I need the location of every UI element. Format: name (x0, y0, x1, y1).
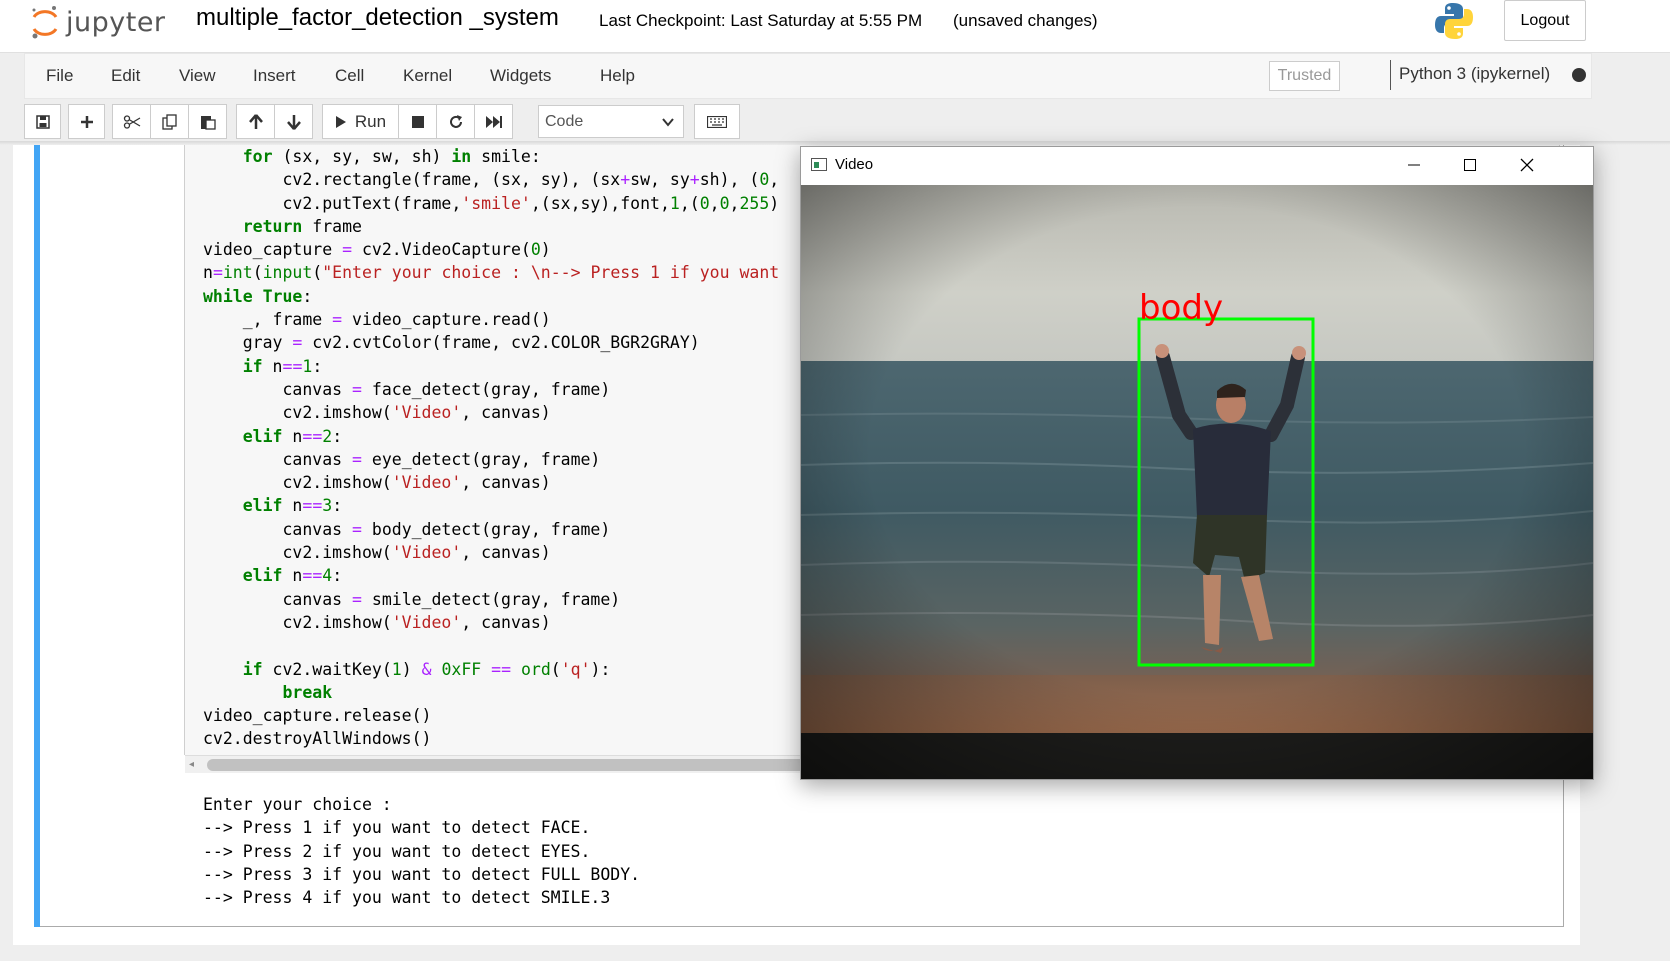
minimize-icon (1408, 164, 1420, 166)
restart-button[interactable] (436, 104, 475, 139)
maximize-button[interactable] (1450, 151, 1490, 179)
video-scene: body (801, 185, 1593, 779)
code-line: video_capture.release() (203, 706, 432, 726)
menu-widgets[interactable]: Widgets (490, 66, 551, 86)
code-line: return frame (242, 216, 362, 236)
output-line: --> Press 3 if you want to detect FULL B… (203, 864, 641, 884)
code-line: n=int(input("Enter your choice : \n--> P… (203, 263, 780, 283)
jupyter-logo[interactable]: jupyter (30, 2, 166, 42)
close-icon (1520, 158, 1534, 172)
menu-insert[interactable]: Insert (253, 66, 296, 86)
notebook-title[interactable]: multiple_factor_detection _system (196, 4, 559, 32)
run-button[interactable]: Run (322, 104, 399, 139)
restart-run-all-button[interactable] (474, 104, 513, 139)
code-line: canvas = face_detect(gray, frame) (203, 379, 611, 399)
copy-icon (161, 113, 177, 130)
code-line: canvas = body_detect(gray, frame) (203, 519, 611, 539)
chevron-down-icon (662, 118, 674, 127)
move-up-button[interactable] (236, 104, 275, 139)
interrupt-button[interactable] (398, 104, 437, 139)
code-line: elif n==2: (242, 426, 343, 446)
video-window[interactable]: Video (800, 146, 1594, 780)
output-line: --> Press 2 if you want to detect EYES. (203, 841, 591, 861)
run-label: Run (354, 111, 387, 131)
save-icon (35, 114, 50, 129)
jupyter-notebook-page: jupyter multiple_factor_detection _syste… (0, 0, 1670, 961)
code-line: canvas = eye_detect(gray, frame) (203, 449, 601, 469)
python-logo-icon (1435, 3, 1473, 39)
move-down-button[interactable] (274, 104, 313, 139)
menu-file[interactable]: File (46, 66, 73, 86)
copy-button[interactable] (150, 104, 189, 139)
kernel-name[interactable]: Python 3 (ipykernel) (1399, 64, 1550, 84)
code-line: break (282, 682, 333, 702)
menu-bar: File Edit View Insert Cell Kernel Widget… (24, 53, 1592, 99)
stop-icon (411, 115, 424, 128)
code-line: while True: (203, 286, 313, 306)
output-line: --> Press 1 if you want to detect FACE. (203, 818, 591, 838)
cell-type-value: Code (545, 112, 584, 130)
kernel-separator (1390, 60, 1391, 90)
code-line: video_capture = cv2.VideoCapture(0) (203, 240, 551, 260)
code-line: canvas = smile_detect(gray, frame) (203, 589, 621, 609)
window-app-icon (811, 158, 827, 171)
menu-kernel[interactable]: Kernel (403, 66, 452, 86)
toolbar: Run Code (24, 104, 1584, 140)
code-line: cv2.putText(frame,'smile',(sx,sy),font,1… (203, 193, 780, 213)
code-line: cv2.rectangle(frame, (sx, sy), (sx+sw, s… (203, 170, 780, 190)
unsaved-indicator: (unsaved changes) (953, 11, 1098, 30)
cell-type-select[interactable]: Code (538, 105, 684, 138)
paste-icon (200, 115, 216, 130)
cut-button[interactable] (112, 104, 151, 139)
code-editor[interactable]: for (sx, sy, sw, sh) in smile: cv2.recta… (203, 145, 779, 751)
arrow-down-icon (286, 114, 301, 130)
code-line: elif n==3: (242, 496, 343, 516)
menu-view[interactable]: View (179, 66, 216, 86)
header-bar: jupyter multiple_factor_detection _syste… (0, 0, 1670, 53)
minimize-button[interactable] (1394, 151, 1434, 179)
save-button[interactable] (24, 104, 61, 139)
code-line: cv2.destroyAllWindows() (203, 729, 432, 749)
code-line: cv2.imshow('Video', canvas) (203, 543, 551, 563)
code-line: cv2.imshow('Video', canvas) (203, 612, 551, 632)
menu-edit[interactable]: Edit (111, 66, 140, 86)
plus-icon (80, 115, 93, 128)
command-palette-button[interactable] (694, 104, 740, 139)
close-button[interactable] (1507, 151, 1547, 179)
menu-help[interactable]: Help (600, 66, 635, 86)
logo-text: jupyter (66, 6, 166, 38)
arrow-up-icon (248, 113, 263, 129)
checkpoint-status: Last Checkpoint: Last Saturday at 5:55 P… (599, 11, 923, 30)
restart-icon (449, 114, 462, 128)
logout-button[interactable]: Logout (1504, 0, 1586, 41)
output-line: --> Press 4 if you want to detect SMILE.… (203, 888, 611, 908)
video-frame: body (801, 185, 1593, 779)
cell-output: Enter your choice : --> Press 1 if you wa… (203, 793, 640, 909)
trusted-indicator[interactable]: Trusted (1269, 61, 1340, 91)
output-line: Enter your choice : (203, 795, 392, 814)
code-line: if n==1: (242, 356, 323, 376)
video-window-title: Video (835, 156, 874, 173)
menu-cell[interactable]: Cell (335, 66, 364, 86)
code-line: if cv2.waitKey(1) & 0xFF == ord('q'): (242, 659, 611, 679)
keyboard-icon (707, 115, 727, 128)
code-line: for (sx, sy, sw, sh) in smile: (242, 147, 541, 166)
kernel-status-icon (1572, 68, 1586, 82)
code-line: cv2.imshow('Video', canvas) (203, 473, 551, 493)
code-line: _, frame = video_capture.read() (203, 310, 551, 330)
scroll-left-icon[interactable]: ◂ (189, 759, 194, 770)
code-line: elif n==4: (242, 566, 343, 586)
insert-cell-button[interactable] (68, 104, 105, 139)
play-icon (335, 115, 346, 128)
jupyter-logo-icon (32, 6, 58, 39)
code-line: cv2.imshow('Video', canvas) (203, 403, 551, 423)
maximize-icon (1464, 159, 1476, 171)
scissors-icon (123, 114, 140, 129)
paste-button[interactable] (188, 104, 227, 139)
code-line: gray = cv2.cvtColor(frame, cv2.COLOR_BGR… (203, 333, 700, 353)
fast-forward-icon (485, 115, 502, 128)
